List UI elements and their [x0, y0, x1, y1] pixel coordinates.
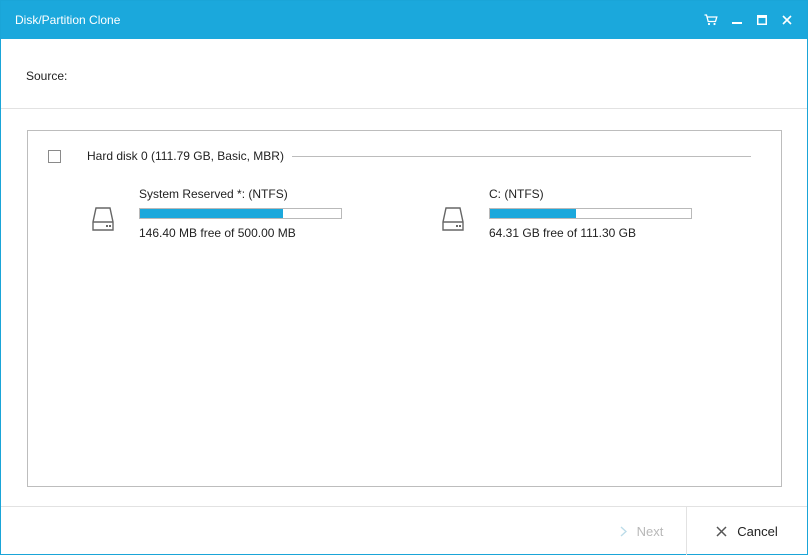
close-icon [782, 15, 792, 25]
footer-bar: Next Cancel [1, 506, 807, 555]
maximize-button[interactable] [752, 10, 772, 30]
cart-icon [704, 14, 718, 26]
partition-usage-bar [489, 208, 692, 219]
minimize-button[interactable] [727, 10, 747, 30]
source-section: Source: [1, 39, 807, 109]
disk-title: Hard disk 0 (111.79 GB, Basic, MBR) [87, 149, 284, 163]
disk-header-divider [292, 156, 751, 157]
cart-button[interactable] [701, 10, 721, 30]
source-label: Source: [26, 69, 68, 83]
partition-usage-bar [139, 208, 342, 219]
close-icon [716, 525, 727, 537]
next-button-label: Next [636, 523, 664, 539]
minimize-icon [732, 22, 742, 24]
hard-drive-icon [92, 207, 114, 231]
partition-usage-fill [140, 209, 283, 218]
partition-free-space: 146.40 MB free of 500.00 MB [139, 226, 296, 240]
title-bar: Disk/Partition Clone [1, 1, 807, 39]
disk-partition-clone-window: Disk/Partition Clone Source: Hard disk 0… [0, 0, 808, 555]
partition-usage-fill [490, 209, 577, 218]
disk-checkbox[interactable] [48, 150, 61, 163]
disk-header: Hard disk 0 (111.79 GB, Basic, MBR) [48, 149, 752, 164]
hard-drive-icon [442, 207, 464, 231]
maximize-icon [757, 15, 767, 25]
chevron-right-icon [620, 525, 627, 537]
partition-name: C: (NTFS) [489, 187, 544, 201]
cancel-button[interactable]: Cancel [687, 507, 807, 555]
partition-item[interactable]: C: (NTFS) 64.31 GB free of 111.30 GB [442, 186, 702, 246]
close-button[interactable] [777, 10, 797, 30]
disk-list-panel: Hard disk 0 (111.79 GB, Basic, MBR) Syst… [27, 130, 782, 487]
window-title: Disk/Partition Clone [15, 13, 121, 27]
cancel-button-label: Cancel [737, 523, 778, 539]
partition-item[interactable]: System Reserved *: (NTFS) 146.40 MB free… [92, 186, 352, 246]
next-button[interactable]: Next [597, 507, 686, 555]
partition-name: System Reserved *: (NTFS) [139, 187, 288, 201]
partition-free-space: 64.31 GB free of 111.30 GB [489, 226, 636, 240]
